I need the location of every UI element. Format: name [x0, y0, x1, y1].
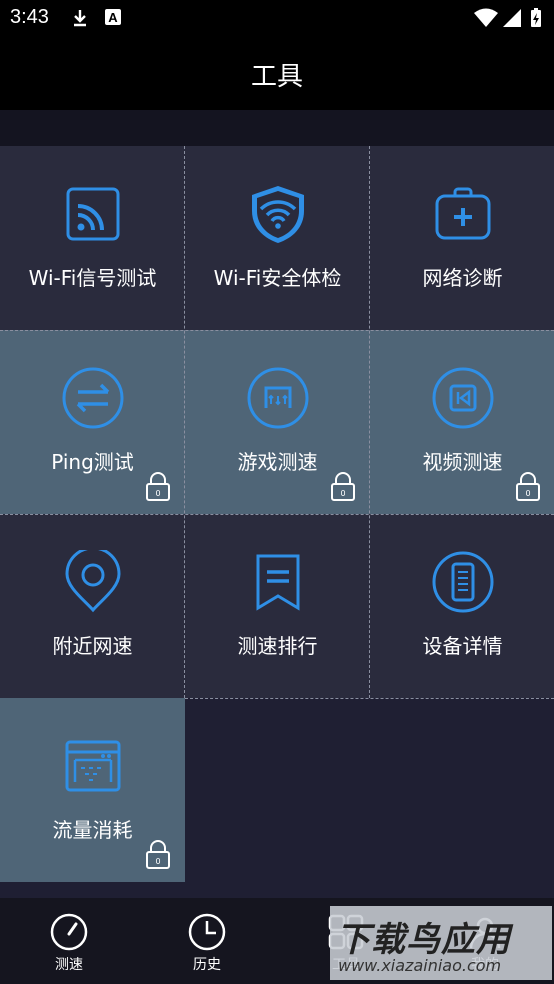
status-time: 3:43 — [10, 6, 49, 28]
tool-wifi-security-check[interactable]: Wi-Fi安全体检 — [185, 146, 370, 330]
tool-network-diagnosis[interactable]: 网络诊断 — [370, 146, 554, 330]
app-header: 工具 — [0, 38, 554, 110]
grid-divider — [369, 146, 370, 698]
watermark-url: www.xiazainiao.com — [338, 956, 502, 975]
tool-wifi-signal-test[interactable]: Wi-Fi信号测试 — [0, 146, 185, 330]
tool-label: 视频测速 — [422, 450, 503, 474]
svg-text:0: 0 — [525, 489, 530, 498]
phone-device-icon — [432, 551, 493, 613]
tool-label: 网络诊断 — [422, 266, 503, 290]
wifi-shield-icon — [251, 186, 304, 243]
tool-label: Wi-Fi安全体检 — [213, 266, 342, 290]
watermark: 下载鸟应用 www.xiazainiao.com — [330, 906, 552, 980]
tool-label: 设备详情 — [422, 634, 503, 658]
svg-text:A: A — [108, 10, 118, 25]
lock-icon: 0 — [146, 840, 170, 869]
svg-text:0: 0 — [155, 489, 160, 498]
tool-nearby-speed[interactable]: 附近网速 — [0, 514, 185, 698]
svg-text:0: 0 — [340, 489, 345, 498]
tool-game-speed-test[interactable]: 游戏测速 0 — [185, 330, 370, 514]
tool-video-speed-test[interactable]: 视频测速 0 — [370, 330, 554, 514]
tab-label: 历史 — [193, 957, 221, 973]
tool-data-usage[interactable]: 流量消耗 0 — [0, 698, 185, 882]
tool-label: 测速排行 — [237, 634, 318, 658]
video-rewind-icon — [432, 367, 493, 429]
a-badge-icon: A — [105, 9, 121, 25]
swap-arrows-icon — [62, 367, 123, 429]
tool-label: 附近网速 — [52, 634, 133, 658]
wifi-signal-icon — [66, 187, 119, 241]
tools-grid: Wi-Fi信号测试 Wi-Fi安全体检 网络诊断 Ping测试 0 游戏测速 0… — [0, 146, 554, 883]
tool-ping-test[interactable]: Ping测试 0 — [0, 330, 185, 514]
grid-divider — [0, 514, 554, 515]
svg-text:0: 0 — [155, 857, 160, 866]
watermark-title: 下载鸟应用 — [336, 920, 511, 960]
clock-icon — [188, 913, 226, 951]
status-bar: 3:43 A — [0, 0, 554, 38]
tab-history[interactable]: 历史 — [138, 898, 276, 984]
tool-speed-ranking[interactable]: 测速排行 — [185, 514, 370, 698]
tool-label: 流量消耗 — [52, 818, 133, 842]
tool-label: 游戏测速 — [237, 450, 318, 474]
tool-label: Wi-Fi信号测试 — [28, 266, 157, 290]
speedometer-icon — [50, 913, 88, 951]
wifi-status-icon — [474, 8, 498, 27]
grid-divider — [0, 330, 554, 331]
lock-icon: 0 — [516, 472, 540, 501]
page-title: 工具 — [250, 62, 303, 92]
bookmark-ranking-icon — [256, 554, 299, 611]
location-pin-icon — [64, 550, 121, 613]
cell-signal-icon — [503, 9, 521, 27]
grid-divider — [184, 146, 185, 698]
lock-icon: 0 — [146, 472, 170, 501]
header-spacer — [0, 110, 554, 146]
medical-kit-icon — [435, 187, 490, 240]
download-icon — [74, 10, 86, 27]
data-usage-icon — [65, 740, 120, 792]
tool-device-details[interactable]: 设备详情 — [370, 514, 554, 698]
tab-speed-test[interactable]: 测速 — [0, 898, 138, 984]
game-speed-icon — [247, 367, 308, 429]
grid-divider — [185, 698, 554, 699]
battery-charging-icon — [531, 8, 541, 27]
lock-icon: 0 — [331, 472, 355, 501]
tool-label: Ping测试 — [51, 450, 134, 474]
tab-label: 测速 — [55, 957, 83, 973]
